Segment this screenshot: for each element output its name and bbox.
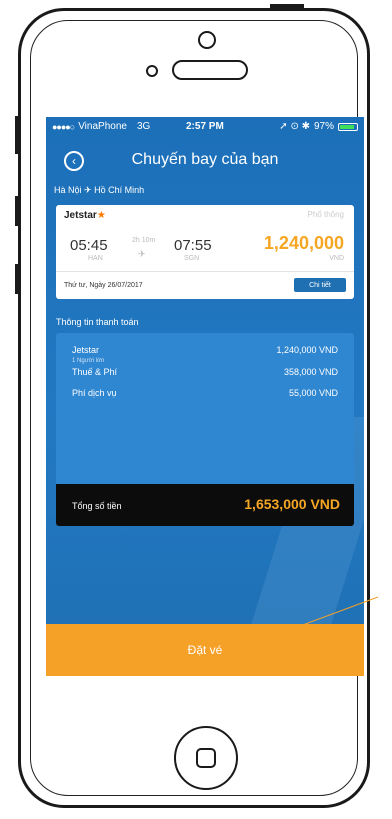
volume-down-button — [15, 264, 19, 294]
home-square-icon — [196, 748, 216, 768]
flight-price: 1,240,000 — [263, 233, 344, 253]
divider — [56, 271, 354, 272]
page-title: Chuyến bay của bạn — [131, 151, 279, 168]
payment-row-fare: Jetstar 1,240,000 VND — [72, 345, 338, 355]
carrier-name: VinaPhone — [78, 121, 127, 132]
total-label: Tổng số tiền — [72, 501, 122, 511]
passenger-count: 1 Người lớn — [72, 358, 105, 364]
mute-switch — [15, 116, 19, 154]
payment-row-label: Phí dịch vụ — [72, 388, 117, 398]
fare-class: Phổ thông — [307, 210, 344, 219]
app-screen: ●●●●○ VinaPhone 3G 2:57 PM ➚ ⊙ ✱ 97% ‹ C… — [46, 117, 364, 676]
departure-code: HAN — [88, 255, 103, 262]
payment-row-value: 1,240,000 VND — [276, 345, 338, 355]
price-currency: VND — [329, 255, 344, 262]
status-time: 2:57 PM — [186, 121, 224, 132]
total-bar: Tổng số tiền 1,653,000 VND — [56, 484, 354, 526]
status-bar: ●●●●○ VinaPhone 3G 2:57 PM ➚ ⊙ ✱ 97% — [46, 117, 364, 137]
battery-percent: 97% — [313, 121, 334, 132]
payment-row-value: 358,000 VND — [283, 367, 338, 377]
airplane-icon: ✈ — [84, 185, 92, 195]
airline-name: Jetstar — [64, 210, 97, 221]
proximity-sensor — [146, 65, 158, 77]
volume-up-button — [15, 196, 19, 226]
arrival-code: SGN — [184, 255, 200, 262]
signal-strength-icon: ●●●●○ — [52, 121, 75, 132]
arrival-time: 07:55 — [174, 237, 212, 254]
battery-icon — [338, 122, 358, 131]
star-icon: ★ — [96, 210, 106, 221]
payment-row-service: Phí dịch vụ 55,000 VND — [72, 388, 338, 398]
book-ticket-button[interactable]: Đặt vé — [46, 624, 364, 676]
front-camera — [198, 31, 216, 49]
flight-date: Thứ tư, Ngày 26/07/2017 — [64, 282, 143, 289]
route-destination: Hồ Chí Minh — [94, 185, 145, 195]
status-indicator-icons: ➚ ⊙ ✱ — [279, 121, 310, 132]
payment-row-label: Thuế & Phí — [72, 367, 118, 377]
flight-duration: 2h 10m — [132, 237, 156, 244]
detail-button[interactable]: Chi tiết — [294, 278, 346, 292]
network-type: 3G — [136, 121, 151, 132]
airplane-icon: ✈ — [138, 249, 146, 259]
total-value: 1,653,000 VND — [244, 496, 340, 512]
flight-card: Jetstar★ Phổ thông 05:45 HAN 2h 10m ✈ 07… — [56, 205, 354, 299]
route-summary: Hà Nội ✈ Hồ Chí Minh — [54, 185, 144, 196]
payment-row-label: Jetstar — [72, 345, 100, 355]
payment-row-value: 55,000 VND — [288, 388, 338, 398]
payment-section-title: Thông tin thanh toán — [56, 317, 139, 327]
departure-time: 05:45 — [70, 237, 108, 254]
power-button — [270, 4, 304, 9]
navigation-bar: ‹ Chuyến bay của bạn — [46, 145, 364, 175]
payment-row-tax: Thuế & Phí 358,000 VND — [72, 367, 338, 377]
route-origin: Hà Nội — [54, 185, 82, 195]
earpiece-speaker — [172, 60, 248, 80]
home-button[interactable] — [174, 726, 238, 790]
airline-logo: Jetstar★ — [64, 210, 106, 221]
